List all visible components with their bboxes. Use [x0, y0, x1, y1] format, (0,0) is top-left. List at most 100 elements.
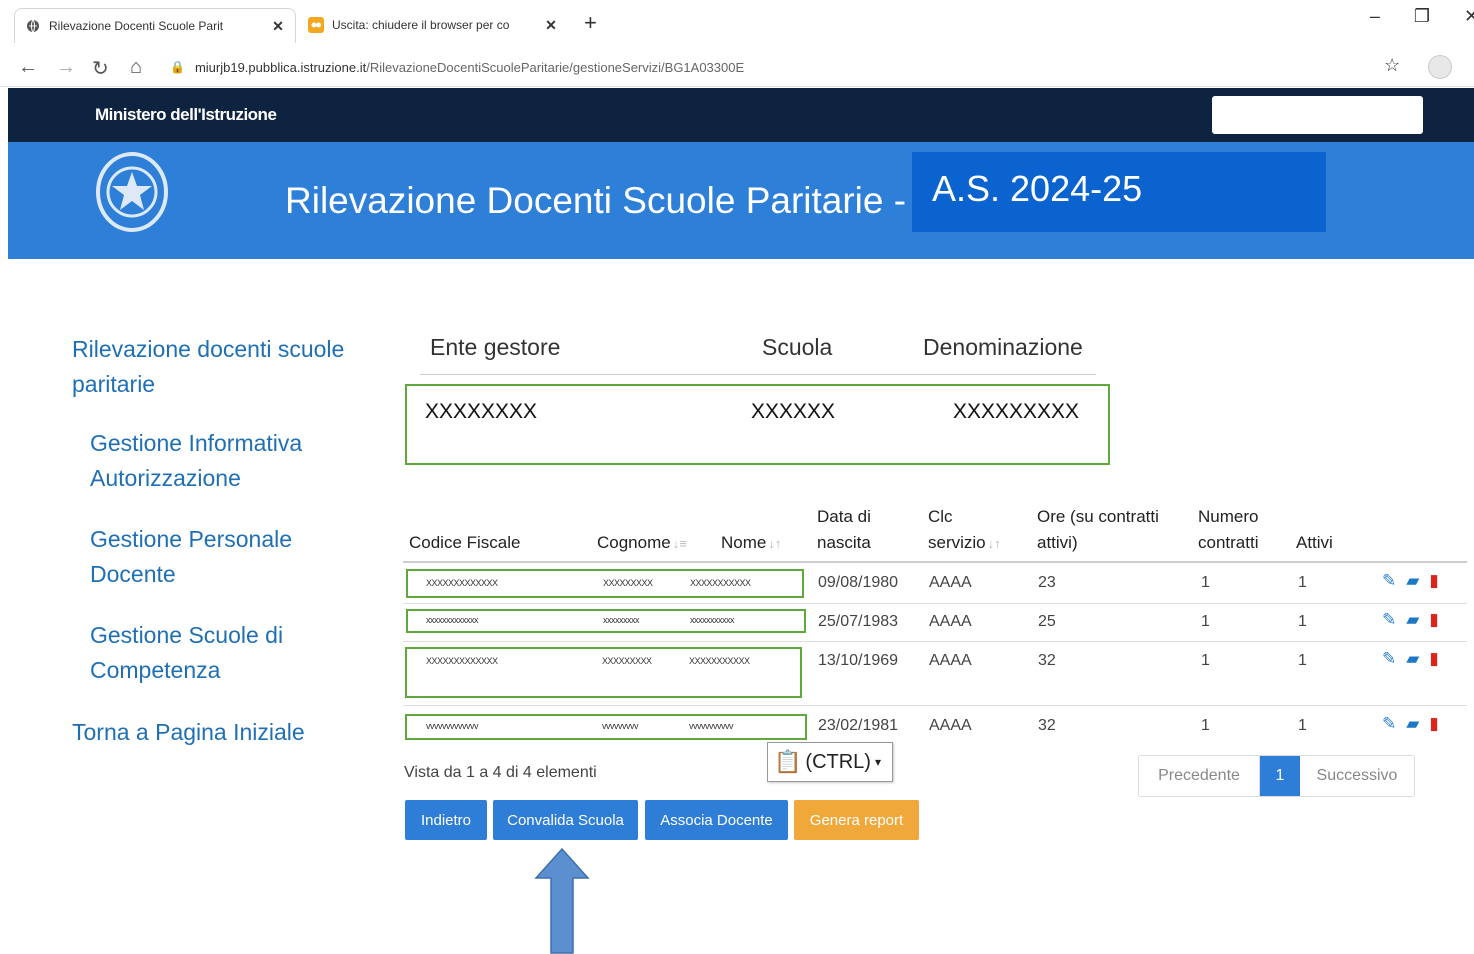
summary-header-denominazione: Denominazione: [923, 334, 1083, 360]
column-header-cognome[interactable]: Cognome ↓≡: [597, 504, 687, 557]
cell-attivi: 1: [1298, 652, 1307, 669]
back-arrow-icon[interactable]: ←: [18, 56, 38, 79]
cell-ore: 23: [1038, 574, 1056, 591]
folder-open-icon[interactable]: ▰: [1406, 714, 1419, 734]
column-header-codice-fiscale[interactable]: Codice Fiscale: [409, 504, 521, 556]
edit-icon[interactable]: ✎: [1382, 649, 1396, 669]
associate-teacher-button[interactable]: Associa Docente: [645, 800, 788, 840]
sort-asc-icon[interactable]: ↓≡: [673, 536, 687, 551]
clipboard-icon: 📋: [774, 749, 802, 774]
column-header-nome[interactable]: Nome ↓↑: [721, 504, 781, 557]
cell-nome: xxxxxxxxxxx: [690, 615, 735, 625]
cell-ore: 25: [1038, 613, 1056, 630]
cell-data-nascita: 09/08/1980: [818, 574, 899, 591]
browser-tab[interactable]: Uscita: chiudere il browser per co ✕: [298, 8, 568, 42]
header-line: Codice Fiscale: [409, 533, 521, 552]
cell-cognome: xxxxxxxxx: [603, 615, 640, 625]
cell-nome: XXXXXXXXXXX: [690, 578, 751, 588]
edit-icon[interactable]: ✎: [1382, 571, 1396, 591]
sidebar-item-personale[interactable]: Gestione Personale Docente: [90, 522, 292, 592]
star-icon[interactable]: ☆: [1384, 55, 1400, 76]
column-header-clc-servizio[interactable]: Clc servizio ↓↑: [928, 504, 1001, 557]
new-tab-button[interactable]: +: [584, 10, 597, 36]
sidebar-item-label: Gestione Informativa: [90, 430, 303, 456]
divider: [420, 374, 1096, 375]
folder-open-icon[interactable]: ▰: [1406, 649, 1419, 669]
home-icon[interactable]: ⌂: [130, 56, 142, 79]
cell-attivi: 1: [1298, 613, 1307, 630]
url-host: miurjb19.pubblica.istruzione.it: [194, 59, 367, 75]
minimize-icon[interactable]: –: [1370, 6, 1380, 27]
edit-icon[interactable]: ✎: [1382, 714, 1396, 734]
restore-icon[interactable]: ❐: [1414, 6, 1430, 27]
sort-icon[interactable]: ↓↑: [768, 536, 781, 551]
window-controls: – ❐ ✕: [1370, 6, 1474, 27]
cell-clc-servizio: AAAA: [929, 652, 972, 669]
pagination-next[interactable]: Successivo: [1300, 756, 1414, 796]
cell-numero-contratti: 1: [1201, 717, 1210, 734]
header-search-input[interactable]: [1212, 96, 1423, 134]
trash-icon[interactable]: ▮: [1429, 571, 1438, 591]
sort-icon[interactable]: ↓↑: [988, 536, 1001, 551]
header-line: [1296, 504, 1333, 530]
header-line: Numero: [1198, 507, 1259, 526]
column-header-numero-contratti[interactable]: Numero contratti: [1198, 504, 1258, 556]
folder-open-icon[interactable]: ▰: [1406, 610, 1419, 630]
app-title: Rilevazione Docenti Scuole Paritarie -: [285, 180, 907, 221]
summary-value-ente: XXXXXXXX: [425, 400, 538, 423]
summary-value-scuola: XXXXXX: [751, 400, 836, 423]
trash-icon[interactable]: ▮: [1429, 649, 1438, 669]
sidebar-item-label: Competenza: [90, 657, 221, 683]
sidebar-item-label: Torna a Pagina Iniziale: [72, 719, 305, 745]
school-year-label: A.S. 2024-25: [932, 168, 1143, 209]
forward-arrow-icon[interactable]: →: [56, 56, 76, 79]
column-header-attivi[interactable]: Attivi: [1296, 504, 1333, 556]
validate-school-button[interactable]: Convalida Scuola: [493, 800, 638, 840]
cell-ore: 32: [1038, 652, 1056, 669]
generate-report-button[interactable]: Genera report: [794, 800, 919, 840]
sidebar-item-label: Rilevazione docenti scuole: [72, 336, 345, 362]
header-line: [409, 504, 521, 530]
trash-icon[interactable]: ▮: [1429, 610, 1438, 630]
header-line: Ore (su contratti: [1037, 507, 1159, 526]
paste-options-button[interactable]: 📋 (CTRL) ▾: [767, 742, 893, 782]
url-field[interactable]: 🔒 miurjb19.pubblica.istruzione.it /Rilev…: [170, 54, 1350, 80]
sidebar-item-scuole[interactable]: Gestione Scuole di Competenza: [90, 618, 283, 688]
folder-open-icon[interactable]: ▰: [1406, 571, 1419, 591]
edit-icon[interactable]: ✎: [1382, 610, 1396, 630]
pagination-prev[interactable]: Precedente: [1139, 756, 1260, 796]
cell-clc-servizio: AAAA: [929, 717, 972, 734]
pagination-page[interactable]: 1: [1260, 756, 1300, 796]
reload-icon[interactable]: ↻: [92, 56, 109, 81]
trash-icon[interactable]: ▮: [1429, 714, 1438, 734]
extension-icon[interactable]: [1428, 55, 1452, 79]
sidebar-item-rilevazione[interactable]: Rilevazione docenti scuole paritarie: [72, 332, 344, 402]
cell-nome: XXXXXXXXXXX: [689, 656, 750, 666]
column-header-ore[interactable]: Ore (su contratti attivi): [1037, 504, 1159, 556]
close-window-icon[interactable]: ✕: [1464, 6, 1474, 27]
back-button[interactable]: Indietro: [405, 800, 487, 840]
sidebar-item-label: Gestione Personale: [90, 526, 293, 552]
cell-ore: 32: [1038, 717, 1056, 734]
globe-icon: [25, 18, 41, 34]
sidebar-item-home[interactable]: Torna a Pagina Iniziale: [72, 715, 305, 750]
table-info: Vista da 1 a 4 di 4 elementi: [404, 764, 597, 781]
close-tab-icon[interactable]: ✕: [269, 18, 287, 35]
summary-header-scuola: Scuola: [762, 334, 833, 360]
close-tab-icon[interactable]: ✕: [542, 17, 560, 34]
header-line: nascita: [817, 533, 871, 552]
sidebar-item-label: Docente: [90, 561, 176, 587]
cell-codice-fiscale: xxxxxxxxxxxxx: [426, 615, 479, 625]
header-line: Nome: [721, 533, 767, 552]
browser-tab-active[interactable]: Rilevazione Docenti Scuole Parit ✕: [14, 8, 296, 43]
cell-data-nascita: 23/02/1981: [818, 717, 899, 734]
sidebar-item-informativa[interactable]: Gestione Informativa Autorizzazione: [90, 426, 302, 496]
redacted-highlight: [405, 647, 802, 698]
cell-cognome: vvvvvvvvv: [602, 721, 639, 731]
sidebar-item-label: Gestione Scuole di: [90, 622, 284, 648]
column-header-data-nascita[interactable]: Data di nascita: [817, 504, 871, 556]
header-line: [597, 504, 687, 530]
cell-clc-servizio: AAAA: [929, 574, 972, 591]
cell-codice-fiscale: vvvvvvvvvvvvv: [426, 721, 479, 731]
tab-title: Uscita: chiudere il browser per co: [332, 18, 510, 32]
